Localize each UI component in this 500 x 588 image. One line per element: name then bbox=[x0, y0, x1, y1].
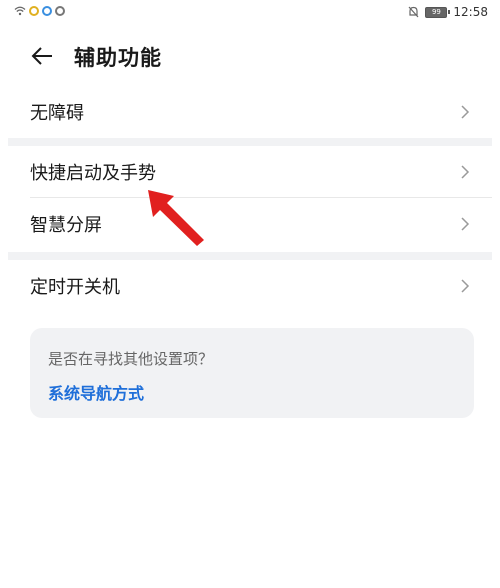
chevron-right-icon bbox=[461, 105, 470, 119]
setting-item-shortcuts-gestures[interactable]: 快捷启动及手势 bbox=[8, 146, 492, 198]
section-gap bbox=[8, 138, 492, 146]
settings-screen: 99 12:58 辅助功能 无障碍 快捷启动及手势 智慧分屏 定时开关机 是否在… bbox=[0, 0, 500, 588]
battery-icon: 99 bbox=[425, 6, 451, 18]
bell-off-icon bbox=[408, 6, 419, 18]
settings-group-1: 无障碍 bbox=[8, 86, 492, 138]
setting-item-label: 无障碍 bbox=[30, 103, 84, 124]
page-title: 辅助功能 bbox=[74, 46, 162, 70]
settings-group-2: 快捷启动及手势 智慧分屏 bbox=[8, 146, 492, 250]
notification-icon-2 bbox=[42, 6, 52, 16]
section-gap bbox=[8, 252, 492, 260]
suggestion-card: 是否在寻找其他设置项？ 系统导航方式 bbox=[30, 328, 474, 418]
back-arrow-icon bbox=[31, 47, 52, 65]
status-icons-right: 99 12:58 bbox=[408, 5, 488, 19]
setting-item-label: 定时开关机 bbox=[30, 277, 120, 298]
setting-item-label: 快捷启动及手势 bbox=[30, 163, 156, 184]
suggestion-question: 是否在寻找其他设置项？ bbox=[48, 350, 214, 368]
wifi-icon bbox=[14, 6, 26, 16]
setting-item-scheduled-power[interactable]: 定时开关机 bbox=[8, 260, 492, 312]
notification-icon-1 bbox=[29, 6, 39, 16]
back-button[interactable] bbox=[26, 40, 58, 72]
app-header: 辅助功能 bbox=[0, 30, 500, 82]
status-bar: 99 12:58 bbox=[0, 0, 500, 28]
status-time: 12:58 bbox=[453, 5, 488, 19]
settings-group-3: 定时开关机 bbox=[8, 260, 492, 312]
notification-icon-3 bbox=[55, 6, 65, 16]
status-icons-left bbox=[14, 6, 65, 16]
chevron-right-icon bbox=[461, 217, 470, 231]
red-pointer-arrow-icon bbox=[148, 190, 204, 246]
setting-item-smart-split-screen[interactable]: 智慧分屏 bbox=[8, 198, 492, 250]
suggestion-link-system-navigation[interactable]: 系统导航方式 bbox=[48, 380, 144, 404]
setting-item-label: 智慧分屏 bbox=[30, 215, 102, 236]
chevron-right-icon bbox=[461, 279, 470, 293]
setting-item-accessibility[interactable]: 无障碍 bbox=[8, 86, 492, 138]
chevron-right-icon bbox=[461, 165, 470, 179]
